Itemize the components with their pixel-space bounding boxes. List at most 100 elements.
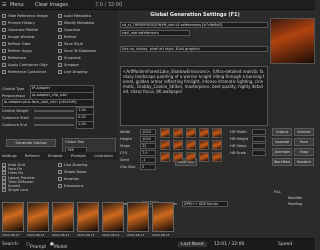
param-input[interactable]: 1024 bbox=[140, 129, 156, 135]
checkbox-row[interactable]: Load Metadata bbox=[58, 13, 91, 19]
checkbox-row[interactable]: Stable Noise bbox=[58, 169, 87, 175]
checkbox-row[interactable]: Iteration bbox=[58, 176, 79, 182]
checkbox[interactable] bbox=[2, 35, 6, 39]
right-action-button[interactable]: Output bbox=[272, 128, 292, 136]
right-action-button[interactable]: Upscale bbox=[272, 138, 292, 146]
checkbox-row[interactable]: Refiner bbox=[58, 34, 77, 40]
right-action-button[interactable]: Face bbox=[294, 138, 314, 146]
checkbox-row[interactable]: Save Style bbox=[58, 41, 83, 47]
checkbox-row[interactable]: Apply Controlnet Obje bbox=[2, 62, 48, 68]
checkbox[interactable] bbox=[58, 163, 62, 167]
app-icon[interactable]: ☰ bbox=[2, 2, 6, 8]
checkbox[interactable] bbox=[2, 56, 6, 60]
checkbox[interactable] bbox=[58, 21, 62, 25]
checkbox[interactable] bbox=[58, 184, 62, 188]
tab[interactable]: Settings bbox=[2, 154, 17, 158]
param-input[interactable]: -1 bbox=[140, 157, 156, 163]
checkbox[interactable] bbox=[2, 42, 6, 46]
checkbox[interactable] bbox=[58, 170, 62, 174]
checkbox-row[interactable]: Reference bbox=[2, 55, 26, 61]
model-select[interactable]: sd_xl_THREEPSEUDONYM_sfw-v5.safetensors … bbox=[120, 22, 268, 28]
checkbox-row[interactable]: Live Drawing bbox=[58, 69, 87, 75]
checkbox-row[interactable]: Modify Metadata bbox=[58, 20, 94, 26]
controlnet-model-select[interactable]: ip-adapter-plus-face_sdxl_vit-h [c45c5d9… bbox=[2, 99, 94, 107]
style-preset-select[interactable]: Sex-no, blocky, pixel art style, 8-bit g… bbox=[120, 46, 268, 52]
checkbox-row[interactable]: Image Window bbox=[2, 34, 35, 40]
param-input[interactable]: 7.0 bbox=[140, 150, 156, 156]
grid-thumb[interactable] bbox=[212, 128, 222, 138]
preview-image[interactable] bbox=[270, 18, 315, 64]
weight-slider[interactable] bbox=[34, 117, 74, 119]
checkbox[interactable] bbox=[58, 56, 62, 60]
checkbox[interactable] bbox=[58, 177, 62, 181]
grid-thumb[interactable] bbox=[212, 140, 222, 150]
checkbox-row[interactable]: Snapper bbox=[58, 62, 79, 68]
grid-thumb[interactable] bbox=[186, 152, 196, 162]
checkbox-row[interactable]: Save To Database bbox=[58, 48, 96, 54]
option-prompt[interactable]: ○ Prompt bbox=[26, 242, 46, 250]
param-input[interactable]: 32 bbox=[140, 143, 156, 149]
hr-input[interactable] bbox=[252, 136, 266, 142]
grid-thumb[interactable] bbox=[173, 128, 183, 138]
checkbox[interactable] bbox=[58, 35, 62, 39]
hr-input[interactable] bbox=[252, 143, 266, 149]
checkbox-row[interactable]: Snapshot bbox=[58, 55, 81, 61]
gallery-thumbnail[interactable] bbox=[102, 202, 124, 232]
checkbox[interactable] bbox=[2, 21, 6, 25]
gallery-thumbnail[interactable] bbox=[2, 202, 24, 232]
gallery-thumbnail[interactable] bbox=[127, 202, 149, 232]
grid-thumb[interactable] bbox=[160, 128, 170, 138]
checkbox-row[interactable]: Reference Controlnet bbox=[2, 69, 46, 75]
checkbox[interactable] bbox=[58, 14, 62, 18]
grid-thumb[interactable] bbox=[199, 140, 209, 150]
grid-thumb[interactable] bbox=[199, 128, 209, 138]
checkbox[interactable] bbox=[2, 188, 6, 193]
grid-thumb[interactable] bbox=[212, 152, 222, 162]
right-action-button[interactable]: Animate bbox=[272, 148, 292, 156]
right-action-button[interactable]: Workflow bbox=[272, 158, 292, 166]
param-input[interactable]: 1024 bbox=[140, 136, 156, 142]
checkbox-row[interactable]: Generate Palette bbox=[2, 27, 38, 33]
checkbox[interactable] bbox=[2, 70, 6, 74]
right-action-button[interactable]: Archive bbox=[294, 128, 314, 136]
checkbox-row[interactable]: Refiner Apply bbox=[2, 48, 32, 54]
weight-slider[interactable] bbox=[34, 110, 74, 112]
checkbox-row[interactable]: Refiner Gate bbox=[2, 41, 31, 47]
checkbox[interactable] bbox=[58, 70, 62, 74]
grid-thumb[interactable] bbox=[199, 152, 209, 162]
hr-input[interactable] bbox=[252, 129, 266, 135]
tab[interactable]: Controlnet bbox=[94, 154, 113, 158]
tab[interactable]: Refiners bbox=[25, 154, 40, 158]
checkbox-row[interactable]: Quantize bbox=[58, 27, 80, 33]
option-model[interactable]: ● Model bbox=[50, 242, 67, 250]
checkbox-row[interactable]: Live Drawing bbox=[58, 162, 87, 168]
checkbox-row[interactable]: Prompt History bbox=[2, 20, 35, 26]
tab[interactable]: Prompts bbox=[71, 154, 86, 158]
right-action-button[interactable]: Snap bbox=[294, 148, 314, 156]
grid-thumb[interactable] bbox=[186, 140, 196, 150]
clear-images-button[interactable]: Clear Images bbox=[35, 2, 68, 8]
hr-input[interactable] bbox=[252, 150, 266, 156]
last-need-button[interactable]: Last Need bbox=[178, 242, 207, 247]
gallery-thumbnail[interactable] bbox=[77, 202, 99, 232]
checkbox-row[interactable]: Extensions bbox=[58, 183, 84, 189]
grid-thumb[interactable] bbox=[160, 152, 170, 162]
prompt-textarea[interactable]: <ArtModernForestLake_ShadowEmissions>, (… bbox=[120, 66, 268, 126]
weight-slider[interactable] bbox=[34, 124, 74, 126]
checkbox[interactable] bbox=[2, 14, 6, 18]
gallery-thumbnail[interactable] bbox=[52, 202, 74, 232]
checkbox[interactable] bbox=[58, 63, 62, 67]
tab[interactable]: Embeds bbox=[48, 154, 62, 158]
checkbox[interactable] bbox=[2, 49, 6, 53]
menu-button[interactable]: Menu bbox=[10, 2, 24, 8]
grid-thumb[interactable] bbox=[160, 140, 170, 150]
weight-value[interactable]: 1.00 bbox=[76, 121, 94, 129]
checkbox[interactable] bbox=[58, 49, 62, 53]
generate-control-button[interactable]: Generate Control bbox=[6, 139, 56, 147]
checkbox[interactable] bbox=[58, 42, 62, 46]
checkbox[interactable] bbox=[2, 28, 6, 32]
sampler-select[interactable]: DPM++ SDE Karras bbox=[182, 201, 228, 207]
checkbox-row[interactable]: Single Lora bbox=[2, 187, 28, 193]
gallery-thumbnail[interactable] bbox=[152, 202, 174, 232]
grid-thumb[interactable] bbox=[173, 152, 183, 162]
